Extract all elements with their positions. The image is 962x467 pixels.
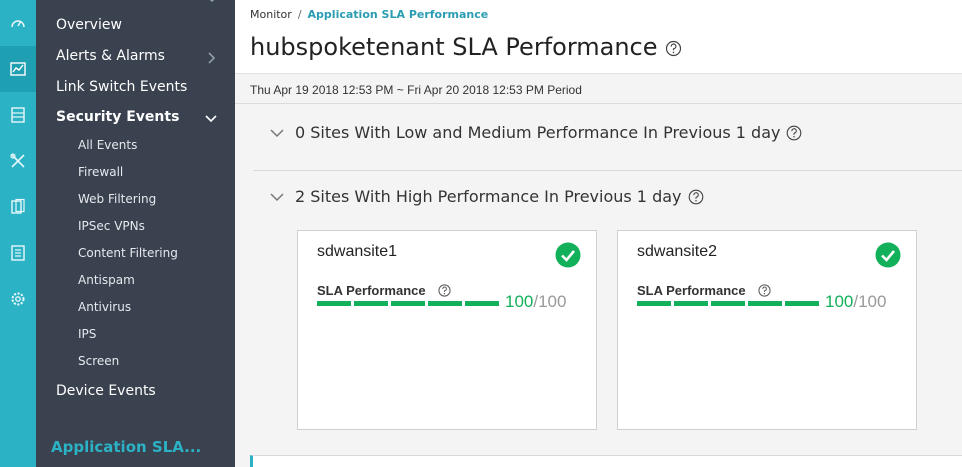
sla-score-value: 100 bbox=[505, 292, 534, 311]
chevron-down-icon[interactable] bbox=[204, 112, 218, 126]
sidebar-subitem-firewall[interactable]: Firewall bbox=[78, 165, 123, 179]
settings-gear-icon[interactable] bbox=[0, 276, 36, 322]
configure-tools-icon[interactable] bbox=[0, 138, 36, 184]
site-card[interactable]: sdwansite2 SLA Performance 100/100 bbox=[617, 230, 917, 430]
sidebar-subitem-antivirus[interactable]: Antivirus bbox=[78, 300, 131, 314]
logs-icon[interactable] bbox=[0, 230, 36, 276]
section-high-heading: 2 Sites With High Performance In Previou… bbox=[295, 187, 682, 206]
next-panel-edge bbox=[250, 455, 962, 467]
breadcrumb: Monitor / Application SLA Performance bbox=[250, 8, 488, 21]
sla-score: 100/100 bbox=[825, 292, 886, 312]
section-low-medium-heading: 0 Sites With Low and Medium Performance … bbox=[295, 123, 781, 142]
site-name[interactable]: sdwansite1 bbox=[317, 243, 397, 261]
sidebar-subitem-web-filtering[interactable]: Web Filtering bbox=[78, 192, 156, 206]
content-panel: Thu Apr 19 2018 12:53 PM ~ Fri Apr 20 20… bbox=[235, 73, 962, 467]
sidebar-subitem-antispam[interactable]: Antispam bbox=[78, 273, 135, 287]
sidebar-item-link-switch-events[interactable]: Link Switch Events bbox=[56, 79, 187, 95]
sla-score: 100/100 bbox=[505, 292, 566, 312]
chevron-down-icon[interactable] bbox=[206, 0, 218, 6]
reports-icon[interactable] bbox=[0, 184, 36, 230]
breadcrumb-separator: / bbox=[297, 8, 302, 21]
sidebar-item-device-events[interactable]: Device Events bbox=[56, 383, 156, 399]
help-icon[interactable] bbox=[438, 284, 451, 297]
sla-progress-bar bbox=[317, 301, 499, 306]
site-card[interactable]: sdwansite1 SLA Performance 100/100 bbox=[297, 230, 597, 430]
sla-score-max: /100 bbox=[533, 292, 567, 311]
monitor-chart-icon[interactable] bbox=[0, 46, 36, 92]
page-title-wrap: hubspoketenant SLA Performance bbox=[250, 33, 682, 61]
site-name[interactable]: sdwansite2 bbox=[637, 243, 717, 261]
sidebar-subitem-screen[interactable]: Screen bbox=[78, 354, 119, 368]
sla-score-max: /100 bbox=[853, 292, 887, 311]
sla-metric: SLA Performance bbox=[317, 283, 451, 298]
sidebar-item-security-events[interactable]: Security Events bbox=[56, 109, 179, 125]
check-circle-icon bbox=[555, 242, 581, 268]
sidebar-current-app[interactable]: Application SLA... bbox=[51, 438, 201, 456]
help-icon[interactable] bbox=[758, 284, 771, 297]
period-text: Thu Apr 19 2018 12:53 PM ~ Fri Apr 20 20… bbox=[250, 83, 582, 97]
sla-metric-label: SLA Performance bbox=[317, 283, 426, 298]
main-content: Monitor / Application SLA Performance hubs… bbox=[235, 0, 962, 467]
sidebar-subitem-ips[interactable]: IPS bbox=[78, 327, 96, 341]
sla-metric: SLA Performance bbox=[637, 283, 771, 298]
help-icon[interactable] bbox=[688, 189, 704, 205]
icon-rail bbox=[0, 0, 36, 467]
breadcrumb-current: Application SLA Performance bbox=[307, 8, 489, 21]
help-icon[interactable] bbox=[665, 40, 682, 57]
section-low-medium[interactable]: 0 Sites With Low and Medium Performance … bbox=[269, 123, 802, 142]
section-divider bbox=[253, 170, 962, 171]
sidebar-subitem-all-events[interactable]: All Events bbox=[78, 138, 137, 152]
sidebar-item-overview[interactable]: Overview bbox=[56, 17, 122, 33]
chevron-right-icon[interactable] bbox=[204, 51, 218, 65]
chevron-down-icon[interactable] bbox=[269, 125, 285, 141]
divider bbox=[235, 103, 962, 104]
devices-icon[interactable] bbox=[0, 92, 36, 138]
dashboard-icon[interactable] bbox=[0, 0, 36, 46]
sidebar-subitem-content-filtering[interactable]: Content Filtering bbox=[78, 246, 178, 260]
sla-metric-label: SLA Performance bbox=[637, 283, 746, 298]
chevron-down-icon[interactable] bbox=[269, 189, 285, 205]
sidebar-nav: Overview Alerts & Alarms Link Switch Eve… bbox=[36, 0, 235, 467]
sidebar-subitem-ipsec-vpns[interactable]: IPSec VPNs bbox=[78, 219, 145, 233]
help-icon[interactable] bbox=[786, 125, 802, 141]
section-high[interactable]: 2 Sites With High Performance In Previou… bbox=[269, 187, 704, 206]
page-title: hubspoketenant SLA Performance bbox=[250, 33, 658, 61]
breadcrumb-monitor[interactable]: Monitor bbox=[250, 8, 292, 21]
sla-progress-bar bbox=[637, 301, 819, 306]
sla-score-value: 100 bbox=[825, 292, 854, 311]
check-circle-icon bbox=[875, 242, 901, 268]
sidebar-item-alerts-alarms[interactable]: Alerts & Alarms bbox=[56, 48, 165, 64]
